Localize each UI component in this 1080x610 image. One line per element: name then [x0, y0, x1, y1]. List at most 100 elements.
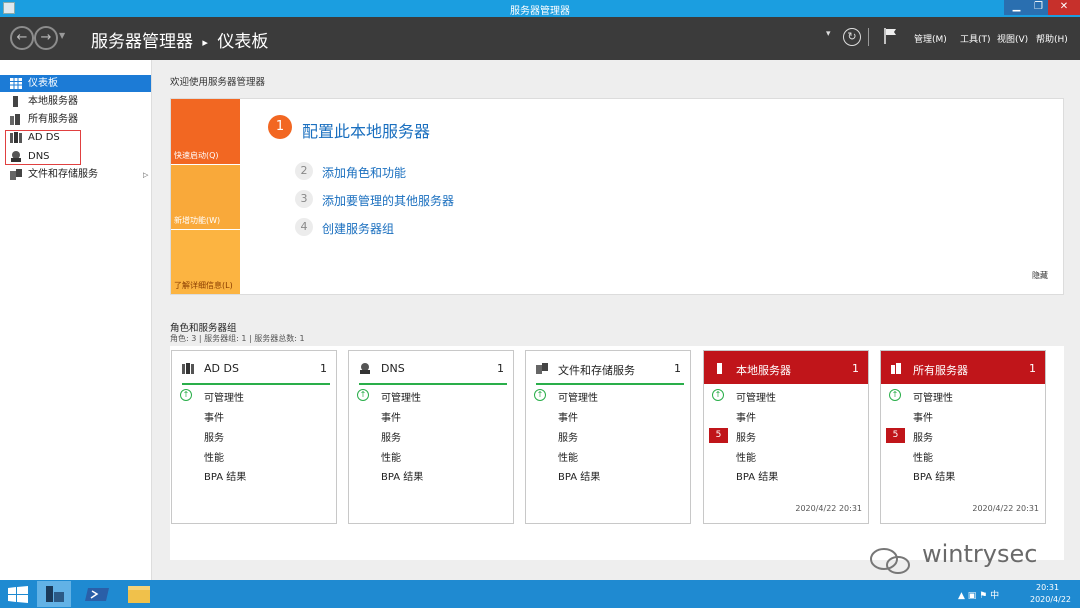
card-title: AD DS	[204, 362, 239, 375]
taskbar-server-manager[interactable]	[37, 581, 71, 607]
up-arrow-icon: ↑	[357, 389, 369, 401]
clock-date[interactable]: 2020/4/22	[1030, 595, 1071, 604]
card-row-manageability[interactable]: 可管理性	[913, 389, 953, 404]
card-row-services[interactable]: 服务	[381, 429, 401, 444]
menu-tools[interactable]: 工具(T)	[960, 32, 991, 45]
chevron-down-icon[interactable]: ▾	[826, 29, 831, 39]
card-row-performance[interactable]: 性能	[736, 449, 756, 464]
refresh-icon[interactable]: ↻	[843, 28, 861, 46]
card-row-bpa[interactable]: BPA 结果	[204, 468, 246, 483]
server-icon	[717, 363, 722, 374]
card-header[interactable]: DNS 1	[349, 351, 513, 384]
menu-view[interactable]: 视图(V)	[997, 32, 1028, 45]
forward-arrow-icon[interactable]: →	[34, 26, 58, 50]
windows-start-icon[interactable]	[8, 586, 28, 603]
tile-learn-more[interactable]: 了解详细信息(L)	[171, 230, 240, 294]
menu-manage[interactable]: 管理(M)	[914, 32, 947, 45]
up-arrow-icon: ↑	[889, 389, 901, 401]
card-row-bpa[interactable]: BPA 结果	[913, 468, 955, 483]
step-number: 2	[295, 162, 313, 180]
sidebar-item-all-servers[interactable]: 所有服务器	[0, 111, 151, 128]
card-row-manageability[interactable]: 可管理性	[558, 389, 598, 404]
taskbar-file-explorer[interactable]	[122, 581, 156, 607]
card-row-events[interactable]: 事件	[558, 409, 578, 424]
step-add-roles[interactable]: 添加角色和功能	[322, 164, 406, 181]
card-title: 本地服务器	[736, 364, 791, 377]
role-card-all-servers[interactable]: 所有服务器 1 ↑ 可管理性 事件 5 服务 性能 BPA 结果 2020/4/…	[880, 350, 1046, 524]
back-arrow-icon[interactable]: ←	[10, 26, 34, 50]
step-create-group[interactable]: 创建服务器组	[322, 220, 394, 237]
card-row-manageability[interactable]: 可管理性	[381, 389, 421, 404]
tile-quick-start[interactable]: 快速启动(Q)	[171, 99, 240, 164]
sidebar-item-file-storage[interactable]: 文件和存储服务	[0, 166, 151, 183]
card-row-manageability[interactable]: 可管理性	[204, 389, 244, 404]
breadcrumb-page: 仪表板	[217, 32, 269, 52]
step-add-servers[interactable]: 添加要管理的其他服务器	[322, 192, 454, 209]
servers-icon	[10, 114, 20, 125]
role-card-dns[interactable]: DNS 1 ↑ 可管理性 事件 服务 性能 BPA 结果	[348, 350, 514, 524]
taskbar: ▲ ▣ ⚑ 中	[0, 580, 1080, 608]
card-header[interactable]: AD DS 1	[172, 351, 336, 384]
sidebar-item-local-server[interactable]: 本地服务器	[0, 93, 151, 110]
card-row-bpa[interactable]: BPA 结果	[736, 468, 778, 483]
tile-label: 了解详细信息(L)	[174, 281, 233, 290]
card-row-manageability[interactable]: 可管理性	[736, 389, 776, 404]
card-row-events[interactable]: 事件	[381, 409, 401, 424]
card-row-events[interactable]: 事件	[736, 409, 756, 424]
sidebar-item-label: 所有服务器	[28, 114, 78, 125]
sidebar-item-dashboard[interactable]: 仪表板	[0, 75, 151, 92]
status-bar	[536, 383, 684, 385]
card-row-services[interactable]: 服务	[736, 429, 756, 444]
role-card-local-server[interactable]: 本地服务器 1 ↑ 可管理性 事件 5 服务 性能 BPA 结果 2020/4/…	[703, 350, 869, 524]
card-row-events[interactable]: 事件	[913, 409, 933, 424]
card-row-performance[interactable]: 性能	[381, 449, 401, 464]
role-card-ad-ds[interactable]: AD DS 1 ↑ 可管理性 事件 服务 性能 BPA 结果	[171, 350, 337, 524]
breadcrumb-app[interactable]: 服务器管理器	[91, 32, 193, 52]
close-button[interactable]: ✕	[1048, 0, 1080, 15]
menu-help[interactable]: 帮助(H)	[1036, 32, 1068, 45]
card-row-performance[interactable]: 性能	[558, 449, 578, 464]
chevron-down-icon[interactable]: ▼	[59, 31, 65, 40]
ad-ds-icon	[182, 363, 194, 374]
card-count: 1	[320, 362, 327, 375]
card-count: 1	[852, 362, 859, 375]
hide-link[interactable]: 隐藏	[1032, 270, 1048, 281]
watermark-text: wintrysec	[922, 540, 1038, 568]
notification-flag-icon[interactable]	[884, 28, 897, 44]
breadcrumb-separator: ▸	[202, 35, 208, 49]
system-tray[interactable]: ▲ ▣ ⚑ 中	[958, 588, 999, 601]
card-count: 1	[497, 362, 504, 375]
file-storage-icon	[536, 363, 548, 374]
dashboard-icon	[10, 78, 22, 89]
card-row-services[interactable]: 服务	[204, 429, 224, 444]
roles-heading: 角色和服务器组	[170, 323, 237, 334]
server-manager-icon	[46, 586, 64, 602]
card-header[interactable]: 本地服务器 1	[704, 351, 868, 384]
card-row-services[interactable]: 服务	[558, 429, 578, 444]
expand-arrow-icon[interactable]: ▷	[143, 171, 148, 179]
card-row-events[interactable]: 事件	[204, 409, 224, 424]
card-header[interactable]: 所有服务器 1	[881, 351, 1045, 384]
card-count: 1	[1029, 362, 1036, 375]
file-storage-icon	[10, 169, 22, 180]
clock-time[interactable]: 20:31	[1036, 583, 1059, 592]
card-count: 1	[674, 362, 681, 375]
card-title: DNS	[381, 362, 405, 375]
app-header: ← → ▼ 服务器管理器 ▸ 仪表板 ▾ ↻ 管理(M) 工具(T) 视图(V)…	[0, 17, 1080, 60]
sidebar-item-label: 本地服务器	[28, 96, 78, 107]
card-row-bpa[interactable]: BPA 结果	[381, 468, 423, 483]
card-header[interactable]: 文件和存储服务 1	[526, 351, 690, 384]
tile-whats-new[interactable]: 新增功能(W)	[171, 165, 240, 229]
tile-label: 快速启动(Q)	[174, 151, 219, 160]
role-card-file-storage[interactable]: 文件和存储服务 1 ↑ 可管理性 事件 服务 性能 BPA 结果	[525, 350, 691, 524]
card-row-bpa[interactable]: BPA 结果	[558, 468, 600, 483]
card-row-performance[interactable]: 性能	[204, 449, 224, 464]
card-row-performance[interactable]: 性能	[913, 449, 933, 464]
taskbar-powershell[interactable]	[81, 581, 115, 607]
step-number: 4	[295, 218, 313, 236]
card-title: 文件和存储服务	[558, 364, 635, 377]
up-arrow-icon: ↑	[534, 389, 546, 401]
card-row-services[interactable]: 服务	[913, 429, 933, 444]
step-configure-local-server[interactable]: 配置此本地服务器	[302, 118, 430, 142]
card-title: 所有服务器	[913, 364, 968, 377]
